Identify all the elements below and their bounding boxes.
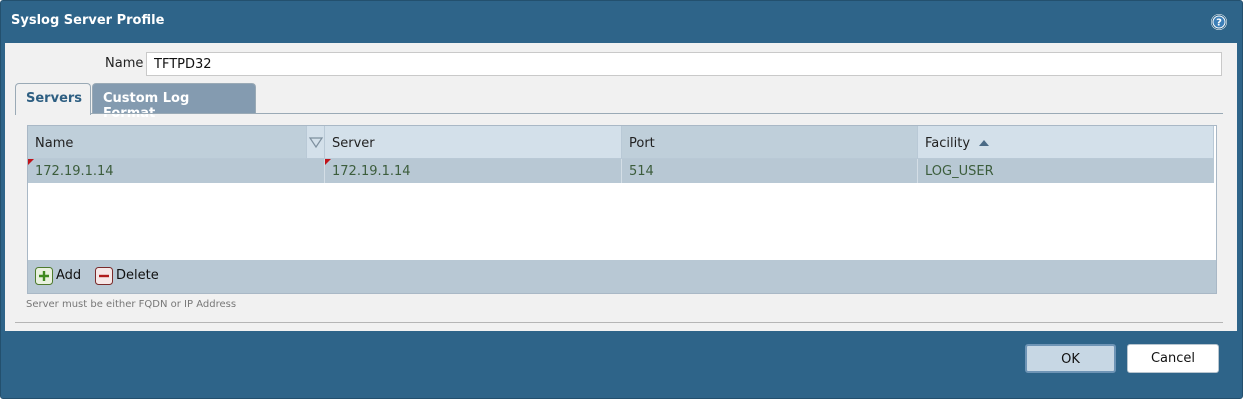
table-row[interactable]: 172.19.1.14 172.19.1.14 514 LOG_USER xyxy=(28,159,1214,183)
cancel-button[interactable]: Cancel xyxy=(1127,344,1219,373)
column-header-server-label: Server xyxy=(332,136,375,151)
svg-text:?: ? xyxy=(1216,18,1222,29)
name-field[interactable] xyxy=(146,52,1222,76)
body-divider xyxy=(15,322,1223,323)
column-header-name-label: Name xyxy=(35,136,74,151)
delete-icon xyxy=(95,267,113,289)
sort-ascending-icon xyxy=(978,136,990,151)
name-label: Name xyxy=(105,56,144,71)
delete-button[interactable]: Delete xyxy=(95,267,159,285)
tab-custom-log-format[interactable]: Custom Log Format xyxy=(92,83,256,121)
grid-toolbar: Add Delete xyxy=(28,260,1216,293)
cell-port: 514 xyxy=(622,159,918,183)
column-header-name[interactable]: Name xyxy=(28,126,325,159)
help-icon[interactable]: ? xyxy=(1211,14,1227,30)
column-header-facility-label: Facility xyxy=(925,136,971,151)
tab-divider xyxy=(91,113,1223,114)
add-button[interactable]: Add xyxy=(35,267,85,285)
add-icon xyxy=(35,267,53,289)
cell-facility-text: LOG_USER xyxy=(925,164,994,179)
dialog-title: Syslog Server Profile xyxy=(11,13,165,28)
column-header-server[interactable]: Server xyxy=(325,126,622,159)
cell-name-text: 172.19.1.14 xyxy=(35,164,114,179)
cell-server-text: 172.19.1.14 xyxy=(332,164,411,179)
servers-grid: Name Server Port Facility 172.19.1.14 17… xyxy=(27,125,1217,294)
cell-facility: LOG_USER xyxy=(918,159,1214,183)
add-label: Add xyxy=(56,268,82,283)
syslog-server-profile-dialog: Syslog Server Profile ? Name Servers Cus… xyxy=(0,0,1243,399)
validation-note: Server must be either FQDN or IP Address xyxy=(26,299,237,310)
ok-button[interactable]: OK xyxy=(1025,344,1116,373)
cell-server: 172.19.1.14 xyxy=(325,159,622,183)
tab-servers[interactable]: Servers xyxy=(15,83,91,115)
error-marker-icon xyxy=(28,159,34,165)
column-header-facility[interactable]: Facility xyxy=(918,126,1214,159)
error-marker-icon xyxy=(325,159,331,165)
dialog-titlebar[interactable]: Syslog Server Profile ? xyxy=(1,1,1242,43)
column-header-port-label: Port xyxy=(629,136,655,151)
column-header-port[interactable]: Port xyxy=(622,126,918,159)
cell-port-text: 514 xyxy=(629,164,654,179)
filter-triangle-icon[interactable] xyxy=(306,126,325,159)
cell-name: 172.19.1.14 xyxy=(28,159,325,183)
delete-label: Delete xyxy=(116,268,159,283)
dialog-body: Name Servers Custom Log Format Name Serv… xyxy=(5,43,1237,331)
